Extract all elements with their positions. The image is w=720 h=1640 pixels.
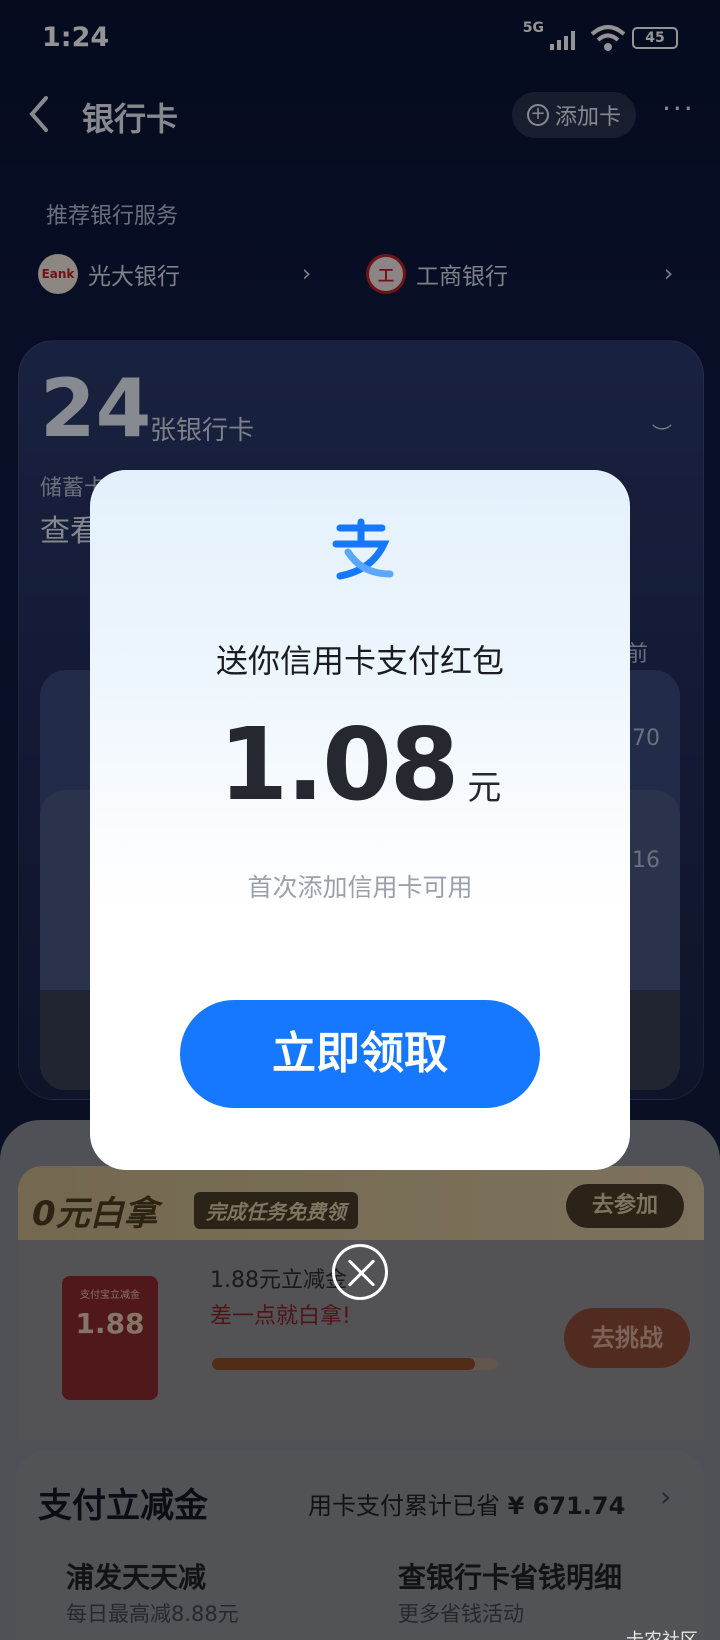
amount-unit: 元 <box>467 768 502 808</box>
red-packet-amount: 1.08 元 <box>90 706 630 823</box>
modal-title: 送你信用卡支付红包 <box>215 642 504 680</box>
claim-now-button[interactable]: 立即领取 <box>180 1000 540 1108</box>
alipay-logo-icon <box>332 518 394 580</box>
watermark: 卡农社区 <box>626 1626 698 1640</box>
amount-value: 1.08 <box>218 706 460 823</box>
red-packet-modal: 送你信用卡支付红包 1.08 元 首次添加信用卡可用 立即领取 <box>90 470 630 1170</box>
close-icon[interactable] <box>332 1244 388 1300</box>
modal-note: 首次添加信用卡可用 <box>247 873 473 902</box>
